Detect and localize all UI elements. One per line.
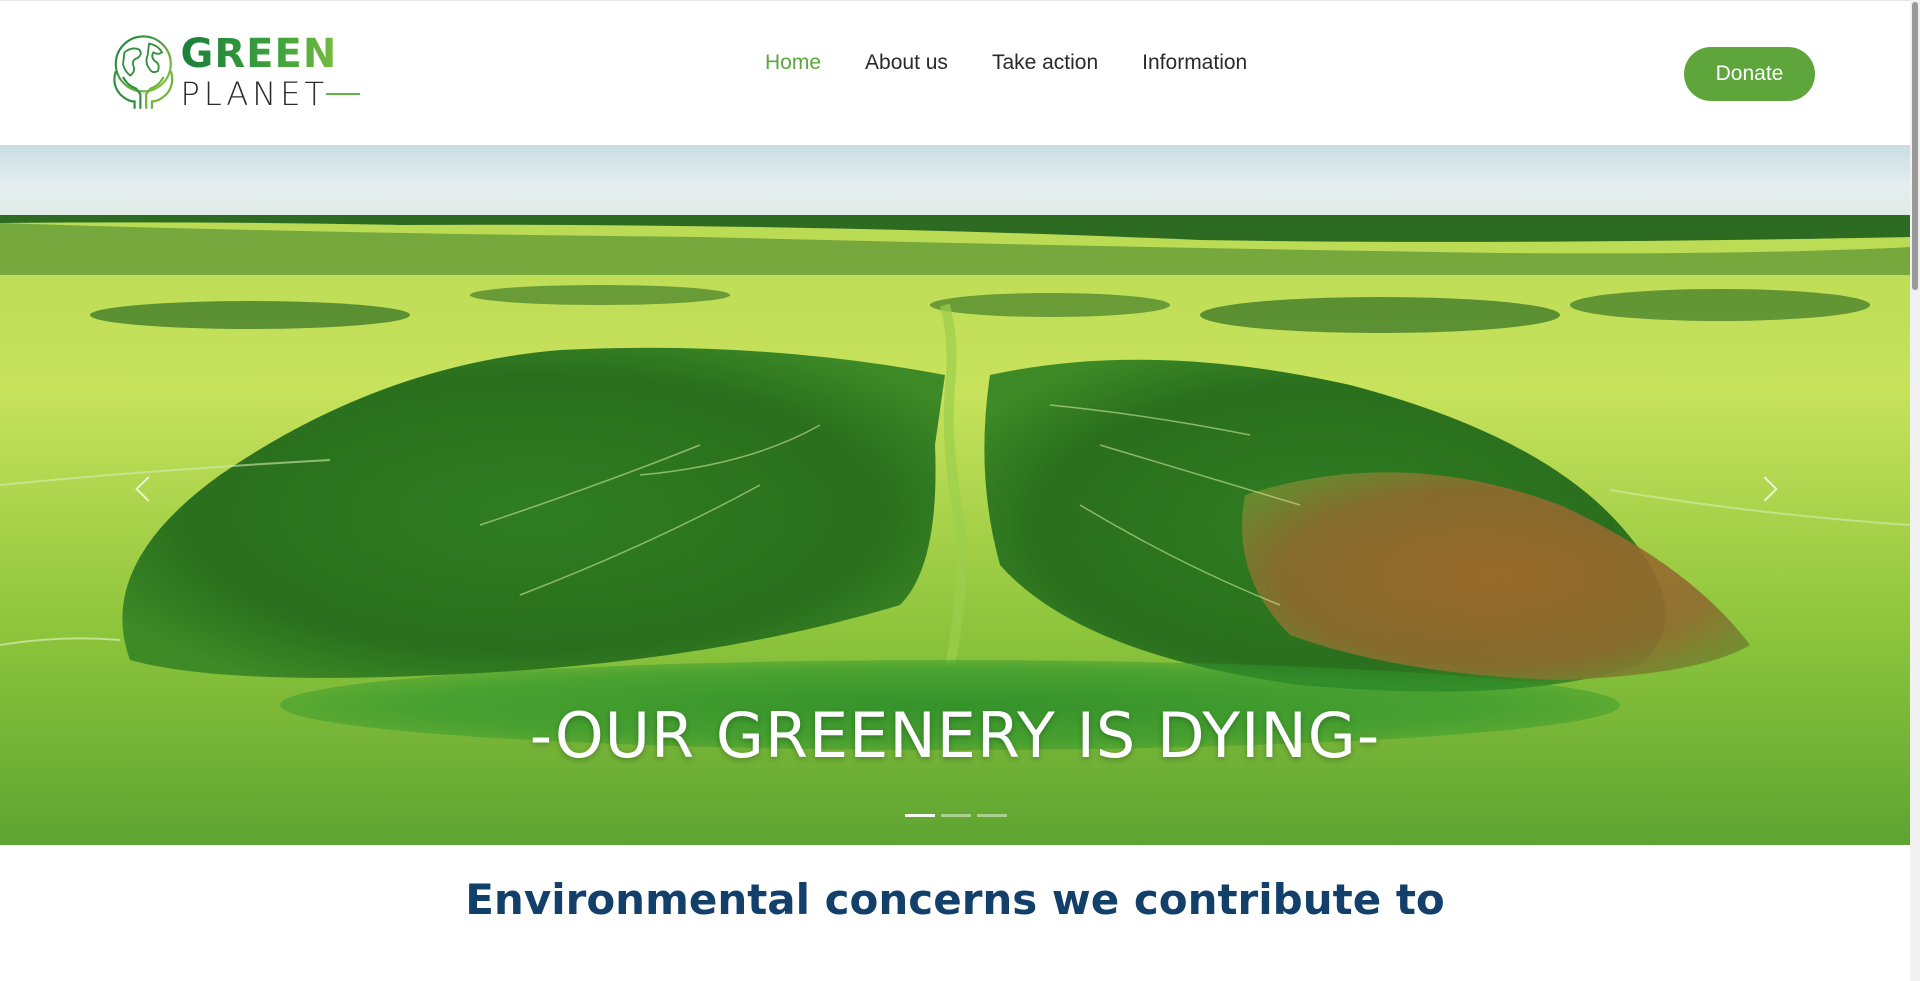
carousel-indicators — [905, 814, 1007, 817]
logo-word-green: GREEN — [181, 34, 360, 74]
carousel-indicator-1[interactable] — [905, 814, 935, 817]
logo-planet-row: PLANET — [181, 78, 360, 110]
site-logo[interactable]: GREEN PLANET — [110, 19, 360, 124]
nav-home[interactable]: Home — [765, 51, 821, 75]
carousel-prev-button[interactable] — [125, 470, 165, 510]
logo-underline — [326, 92, 360, 95]
chevron-left-icon — [135, 476, 161, 502]
hero-carousel: -OUR GREENERY IS DYING- — [0, 145, 1910, 845]
carousel-next-button[interactable] — [1750, 470, 1790, 510]
donate-button[interactable]: Donate — [1684, 47, 1815, 101]
nav-about-us[interactable]: About us — [865, 51, 948, 75]
site-header: GREEN PLANET Home About us Take action I… — [0, 0, 1910, 145]
carousel-indicator-3[interactable] — [977, 814, 1007, 817]
scrollbar-thumb[interactable] — [1912, 2, 1918, 290]
page-scrollbar[interactable] — [1910, 0, 1920, 981]
chevron-right-icon — [1752, 476, 1778, 502]
carousel-indicator-2[interactable] — [941, 814, 971, 817]
nav-information[interactable]: Information — [1142, 51, 1247, 75]
section-title: Environmental concerns we contribute to — [465, 875, 1445, 924]
main-nav: Home About us Take action Information — [765, 51, 1247, 75]
nav-take-action[interactable]: Take action — [992, 51, 1098, 75]
logo-word-planet: PLANET — [180, 74, 328, 113]
globe-hands-logo-icon — [113, 35, 174, 109]
hero-caption: -OUR GREENERY IS DYING- — [529, 698, 1381, 772]
logo-wordmark: GREEN PLANET — [181, 34, 360, 110]
page: GREEN PLANET Home About us Take action I… — [0, 0, 1920, 981]
